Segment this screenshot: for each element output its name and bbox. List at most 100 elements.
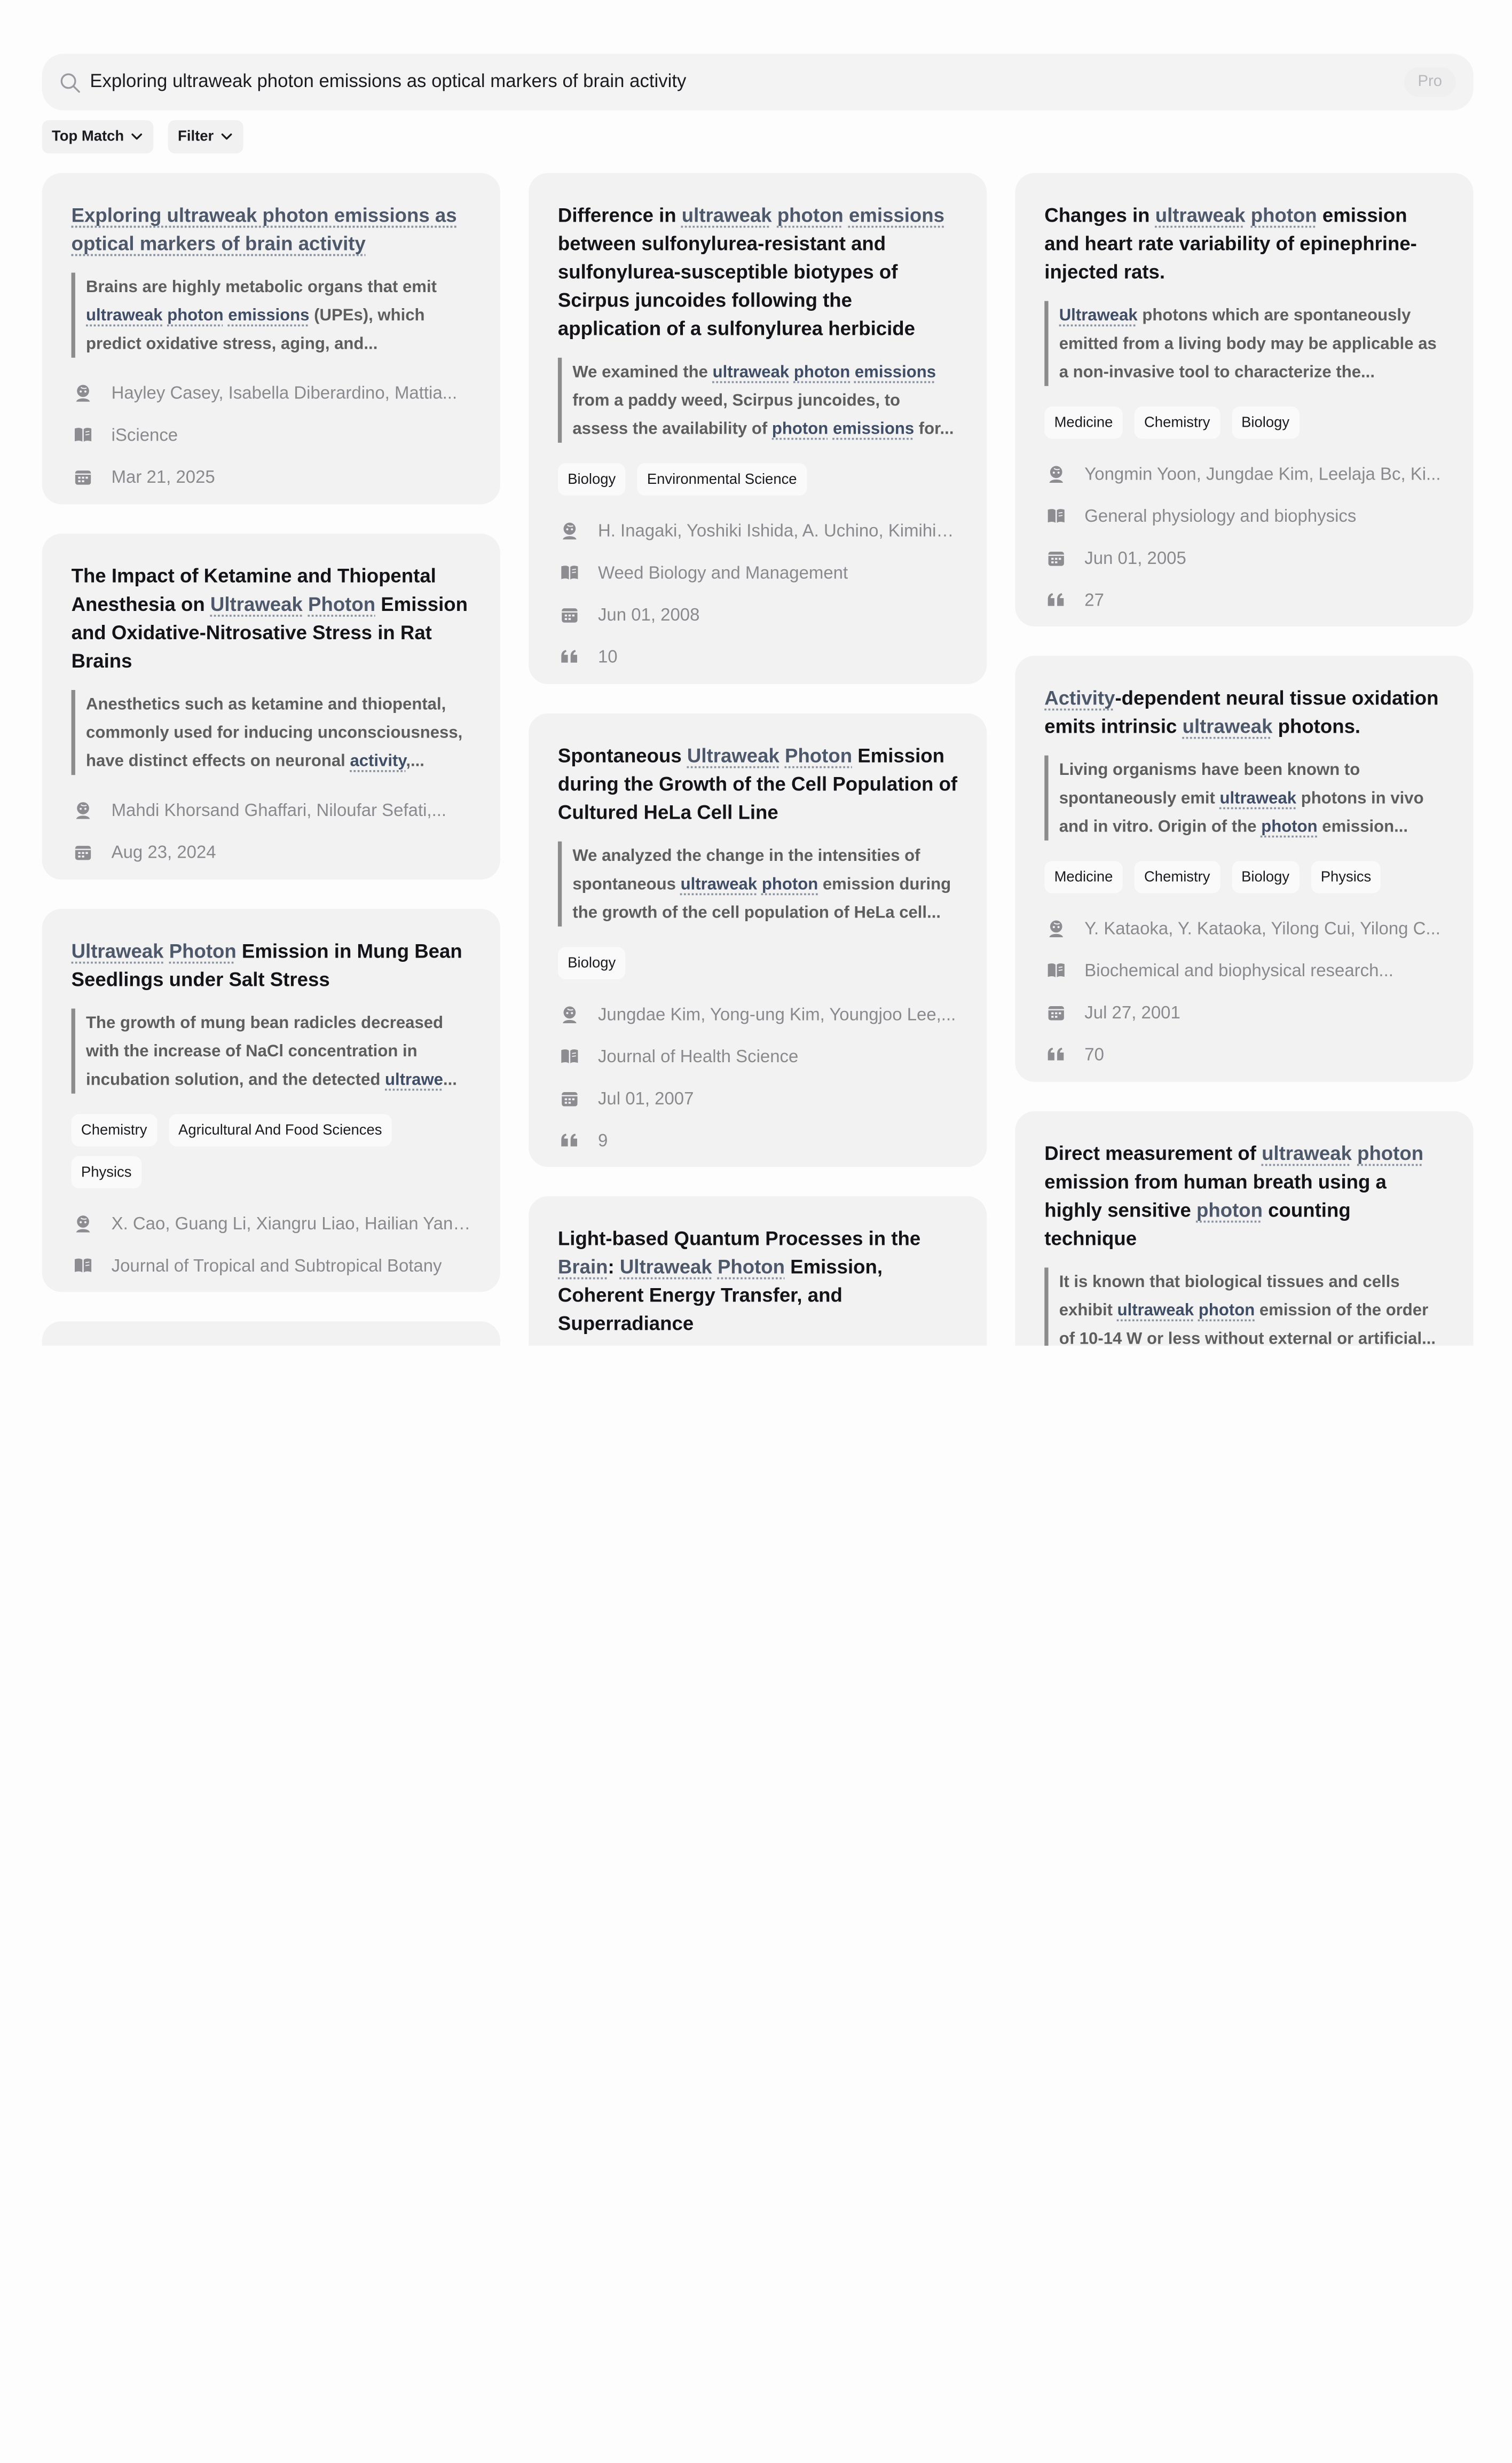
meta-citations-text: 27 <box>1084 590 1104 610</box>
result-card[interactable]: Changes in ultraweak photon emission and… <box>1015 172 1474 627</box>
paper-title[interactable]: The Impact of Ketamine and Thiopental An… <box>72 563 471 676</box>
paper-title[interactable]: Activity-dependent neural tissue oxidati… <box>1044 685 1444 742</box>
meta-authors: X. Cao, Guang Li, Xiangru Liao, Hailian … <box>72 1212 471 1235</box>
field-tags: Biology <box>557 947 957 979</box>
author-icon <box>1046 919 1066 938</box>
field-tag[interactable]: Agricultural And Food Sciences <box>168 1114 392 1147</box>
highlighted-term: ultrawe <box>385 1070 443 1089</box>
result-card[interactable]: The Impact of Ketamine and Thiopental An… <box>42 534 500 880</box>
meta-journal-text: iScience <box>111 425 178 444</box>
highlighted-term: activity <box>350 751 406 771</box>
highlighted-term: Ultraweak <box>210 594 303 616</box>
result-card[interactable]: Exploring ultraweak photon emissions as … <box>42 172 500 505</box>
highlighted-term: ultraweak <box>681 205 772 227</box>
field-tags: Medicine Chemistry Biology <box>1044 406 1444 439</box>
meta-date: Jul 01, 2007 <box>558 1087 957 1110</box>
text-segment: emission... <box>1317 817 1408 836</box>
abstract-snippet: Ultraweak photons which are spontaneousl… <box>1044 301 1444 386</box>
meta-citations: 10 <box>558 645 957 669</box>
journal-book-icon <box>73 1256 93 1276</box>
search-icon <box>60 73 80 93</box>
filter-label: Filter <box>178 128 214 145</box>
meta-citations-text: 10 <box>597 646 618 666</box>
abstract-snippet: Anesthetics such as ketamine and thiopen… <box>71 689 471 775</box>
field-tag[interactable]: Chemistry <box>1134 861 1220 893</box>
result-card[interactable] <box>42 1321 500 1346</box>
highlighted-term: emissions <box>854 362 936 381</box>
paper-title[interactable]: Exploring ultraweak photon emissions as … <box>72 202 471 259</box>
text-segment: ... <box>443 1070 457 1089</box>
field-tag[interactable]: Chemistry <box>1134 406 1220 439</box>
chevron-down-icon <box>131 133 142 140</box>
text-segment: Changes in <box>1044 205 1155 227</box>
abstract-snippet: Brains are highly metabolic organs that … <box>71 272 471 358</box>
field-tag[interactable]: Biology <box>557 947 626 979</box>
highlighted-term: photon <box>771 419 829 438</box>
field-tag[interactable]: Medicine <box>1044 861 1123 893</box>
paper-title[interactable]: Spontaneous Ultraweak Photon Emission du… <box>558 743 957 828</box>
meta-authors-text: H. Inagaki, Yoshiki Ishida, A. Uchino, K… <box>597 520 958 540</box>
highlighted-term: Photon <box>717 1257 785 1278</box>
highlighted-term: ultraweak <box>1182 716 1273 738</box>
meta-citations: 9 <box>558 1129 957 1152</box>
highlighted-term: Activity <box>1044 688 1115 710</box>
meta-date-text: Aug 23, 2024 <box>111 842 216 862</box>
highlighted-term: Ultraweak <box>1059 305 1138 325</box>
meta-citations-text: 70 <box>1084 1044 1104 1064</box>
paper-title[interactable]: Ultraweak Photon Emission in Mung Bean S… <box>72 938 471 995</box>
paper-title[interactable]: Light-based Quantum Processes in the Bra… <box>558 1226 957 1339</box>
paper-title[interactable]: Changes in ultraweak photon emission and… <box>1044 202 1444 287</box>
paper-title[interactable]: Difference in ultraweak photon emissions… <box>558 202 957 344</box>
text-segment: Spontaneous <box>557 746 687 767</box>
abstract-snippet: We examined the ultraweak photon emissio… <box>557 357 957 443</box>
search-bar[interactable]: Pro <box>42 53 1474 111</box>
field-tag[interactable]: Medicine <box>1044 406 1123 439</box>
highlighted-term: ultraweak <box>86 305 163 325</box>
result-card[interactable]: Activity-dependent neural tissue oxidati… <box>1015 655 1474 1082</box>
text-segment <box>224 306 229 325</box>
meta-citations: 70 <box>1044 1043 1444 1066</box>
abstract-snippet: The growth of mung bean radicles decreas… <box>71 1008 471 1094</box>
highlighted-term: Photon <box>785 746 853 767</box>
meta-authors: Jungdae Kim, Yong-ung Kim, Youngjoo Lee,… <box>558 1003 957 1026</box>
pro-badge[interactable]: Pro <box>1404 67 1456 97</box>
result-card[interactable]: Spontaneous Ultraweak Photon Emission du… <box>529 713 987 1167</box>
author-icon <box>560 521 580 540</box>
field-tag[interactable]: Chemistry <box>71 1114 157 1147</box>
search-input[interactable] <box>90 63 1380 101</box>
paper-title[interactable]: Direct measurement of ultraweak photon e… <box>1044 1141 1444 1254</box>
field-tag[interactable]: Biology <box>557 463 626 496</box>
result-card[interactable]: Light-based Quantum Processes in the Bra… <box>529 1196 987 1346</box>
text-segment <box>772 205 777 226</box>
field-tag[interactable]: Environmental Science <box>637 463 807 496</box>
calendar-icon <box>73 467 93 487</box>
meta-authors-text: Y. Kataoka, Y. Kataoka, Yilong Cui, Yilo… <box>1084 918 1440 938</box>
meta-journal: iScience <box>72 423 471 446</box>
abstract-snippet: It is known that biological tissues and … <box>1044 1267 1444 1346</box>
result-card[interactable]: Ultraweak Photon Emission in Mung Bean S… <box>42 908 500 1292</box>
highlighted-term: emissions <box>228 305 310 325</box>
highlighted-term: photon <box>777 205 844 227</box>
text-segment: between sulfonylurea-resistant and sulfo… <box>557 233 916 340</box>
text-segment <box>164 941 169 962</box>
meta-citations-text: 9 <box>597 1130 608 1150</box>
field-tag[interactable]: Physics <box>71 1156 141 1189</box>
result-card[interactable]: Direct measurement of ultraweak photon e… <box>1015 1111 1474 1346</box>
text-segment: Difference in <box>557 205 682 227</box>
meta-authors: Mahdi Khorsand Ghaffari, Niloufar Sefati… <box>72 798 471 822</box>
text-segment <box>1194 1301 1199 1320</box>
result-card[interactable]: Difference in ultraweak photon emissions… <box>529 172 987 684</box>
sort-dropdown[interactable]: Top Match <box>42 120 154 154</box>
meta-authors: Hayley Casey, Isabella Diberardino, Matt… <box>72 381 471 405</box>
highlighted-term: photon <box>1261 817 1318 836</box>
meta-journal-text: Journal of Tropical and Subtropical Bota… <box>111 1255 442 1275</box>
meta-authors-text: Yongmin Yoon, Jungdae Kim, Leelaja Bc, K… <box>1084 464 1441 483</box>
text-segment: ,... <box>406 751 424 771</box>
field-tag[interactable]: Biology <box>1231 406 1300 439</box>
filter-dropdown[interactable]: Filter <box>168 120 243 154</box>
field-tags: Chemistry Agricultural And Food Sciences P… <box>71 1114 471 1189</box>
text-segment: photons. <box>1272 716 1361 738</box>
field-tag[interactable]: Physics <box>1311 861 1381 893</box>
field-tag[interactable]: Biology <box>1231 861 1300 893</box>
author-icon <box>73 801 93 820</box>
